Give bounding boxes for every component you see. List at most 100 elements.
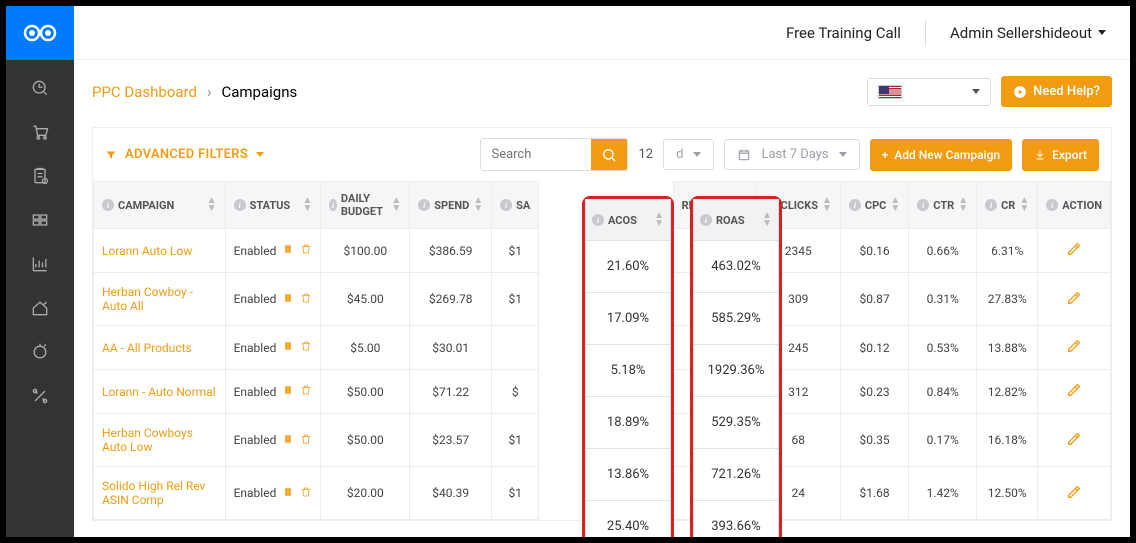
sort-icon: ▲▼ xyxy=(302,197,312,213)
advanced-filters-label: ADVANCED FILTERS xyxy=(125,147,248,162)
info-icon: i xyxy=(329,199,337,211)
table-row: Solido High Rel Rev ASIN Comp Enabled $20.… xyxy=(94,467,1111,520)
campaign-link[interactable]: Herban Cowboy - Auto All xyxy=(102,285,193,313)
status-text: Enabled xyxy=(234,486,277,500)
budget-cell[interactable]: $50.00 xyxy=(321,370,410,414)
calendar-icon xyxy=(737,148,751,162)
chevron-right-icon: › xyxy=(207,83,212,101)
impressions-cell: 52633 xyxy=(673,229,756,273)
partial-select[interactable]: d xyxy=(663,139,714,170)
col-budget[interactable]: iDAILY BUDGET▲▼ xyxy=(321,182,410,229)
sidebar-item-analytics[interactable] xyxy=(22,246,58,282)
col-campaign[interactable]: iCAMPAIGN▲▼ xyxy=(94,182,226,229)
pause-icon[interactable] xyxy=(282,243,294,258)
col-impressions-partial[interactable]: RESSIONS▲▼ xyxy=(673,182,756,229)
col-cpc[interactable]: iCPC▲▼ xyxy=(840,182,908,229)
sidebar xyxy=(6,60,74,537)
col-clicks[interactable]: iCLICKS▲▼ xyxy=(756,182,840,229)
impressions-cell: 37141 xyxy=(673,370,756,414)
advanced-filters-toggle[interactable]: ADVANCED FILTERS xyxy=(105,147,264,162)
campaign-link[interactable]: Herban Cowboys Auto Low xyxy=(102,426,193,454)
edit-button[interactable] xyxy=(1066,436,1082,450)
info-icon: i xyxy=(765,199,777,211)
free-training-link[interactable]: Free Training Call xyxy=(786,24,901,42)
partial-select-label: d xyxy=(676,147,683,162)
export-label: Export xyxy=(1052,148,1087,162)
spend-cell: $71.22 xyxy=(410,370,492,414)
campaign-link[interactable]: Lorann Auto Low xyxy=(102,244,192,258)
sidebar-item-clipboard[interactable] xyxy=(22,158,58,194)
campaign-link[interactable]: AA - All Products xyxy=(102,341,192,355)
budget-cell[interactable]: $5.00 xyxy=(321,326,410,370)
trash-icon[interactable] xyxy=(300,340,312,355)
user-menu[interactable]: Admin Sellershideout xyxy=(950,24,1106,42)
trash-icon[interactable] xyxy=(300,433,312,448)
campaign-link[interactable]: Solido High Rel Rev ASIN Comp xyxy=(102,479,205,507)
campaign-link[interactable]: Lorann - Auto Normal xyxy=(102,385,216,399)
info-icon: i xyxy=(985,199,997,211)
sort-icon: ▲▼ xyxy=(473,197,483,213)
export-button[interactable]: Export xyxy=(1022,139,1099,171)
edit-button[interactable] xyxy=(1066,343,1082,357)
budget-cell[interactable]: $100.00 xyxy=(321,229,410,273)
sort-icon: ▲▼ xyxy=(738,197,748,213)
pause-icon[interactable] xyxy=(282,292,294,307)
status-cell: Enabled xyxy=(234,340,313,355)
clicks-cell: 312 xyxy=(756,370,840,414)
pause-icon[interactable] xyxy=(282,340,294,355)
table-row: Herban Cowboys Auto LowEnabled$50.00$23.… xyxy=(94,414,1111,467)
cr-cell: 6.31% xyxy=(977,229,1038,273)
edit-button[interactable] xyxy=(1066,489,1082,503)
sidebar-item-tools[interactable] xyxy=(22,378,58,414)
ctr-cell: 0.66% xyxy=(909,229,977,273)
breadcrumb-root[interactable]: PPC Dashboard xyxy=(92,83,197,101)
edit-button[interactable] xyxy=(1066,295,1082,309)
trash-icon[interactable] xyxy=(300,243,312,258)
sidebar-item-cart[interactable] xyxy=(22,114,58,150)
cpc-cell: $0.12 xyxy=(840,326,908,370)
col-ctr[interactable]: iCTR▲▼ xyxy=(909,182,977,229)
trash-icon[interactable] xyxy=(300,384,312,399)
edit-button[interactable] xyxy=(1066,387,1082,401)
country-select[interactable] xyxy=(867,78,991,106)
table-row: AA - All ProductsEnabled$5.00$30.0163352… xyxy=(94,326,1111,370)
cr-cell: 16.18% xyxy=(977,414,1038,467)
clicks-cell: 309 xyxy=(756,273,840,326)
impressions-cell: 1693 xyxy=(673,467,756,520)
cr-cell: 12.50% xyxy=(977,467,1038,520)
col-status[interactable]: iSTATUS▲▼ xyxy=(225,182,321,229)
trash-icon[interactable] xyxy=(300,486,312,501)
edit-button[interactable] xyxy=(1066,246,1082,260)
pause-icon[interactable] xyxy=(282,486,294,501)
col-spend[interactable]: iSPEND▲▼ xyxy=(410,182,492,229)
cr-cell: 12.82% xyxy=(977,370,1038,414)
spend-cell: $386.59 xyxy=(410,229,492,273)
sidebar-item-home[interactable] xyxy=(22,290,58,326)
add-campaign-button[interactable]: + Add New Campaign xyxy=(870,139,1012,171)
search-input[interactable] xyxy=(481,139,591,170)
truncated-date-text: 12 xyxy=(638,147,653,162)
chevron-down-icon xyxy=(839,152,847,157)
budget-cell[interactable]: $45.00 xyxy=(321,273,410,326)
sidebar-item-refresh[interactable] xyxy=(22,334,58,370)
pause-icon[interactable] xyxy=(282,384,294,399)
sidebar-item-grid[interactable] xyxy=(22,202,58,238)
trash-icon[interactable] xyxy=(300,292,312,307)
download-icon xyxy=(1034,149,1046,161)
need-help-button[interactable]: Need Help? xyxy=(1001,76,1112,107)
status-text: Enabled xyxy=(234,341,277,355)
budget-cell[interactable]: $50.00 xyxy=(321,414,410,467)
search-box xyxy=(480,138,628,171)
search-button[interactable] xyxy=(591,139,627,170)
spend-cell: $269.78 xyxy=(410,273,492,326)
sidebar-item-target[interactable] xyxy=(22,70,58,106)
col-cr[interactable]: iCR▲▼ xyxy=(977,182,1038,229)
impressions-cell: 6335 xyxy=(673,326,756,370)
campaigns-table: iCAMPAIGN▲▼ iSTATUS▲▼ iDAILY BUDGET▲▼ iS… xyxy=(93,181,1111,520)
logo[interactable] xyxy=(6,6,74,60)
date-range-select[interactable]: Last 7 Days xyxy=(724,139,859,170)
pause-icon[interactable] xyxy=(282,433,294,448)
cpc-cell: $0.87 xyxy=(840,273,908,326)
col-sa-partial[interactable]: iSA xyxy=(492,182,539,229)
budget-cell[interactable]: $20.00 xyxy=(321,467,410,520)
